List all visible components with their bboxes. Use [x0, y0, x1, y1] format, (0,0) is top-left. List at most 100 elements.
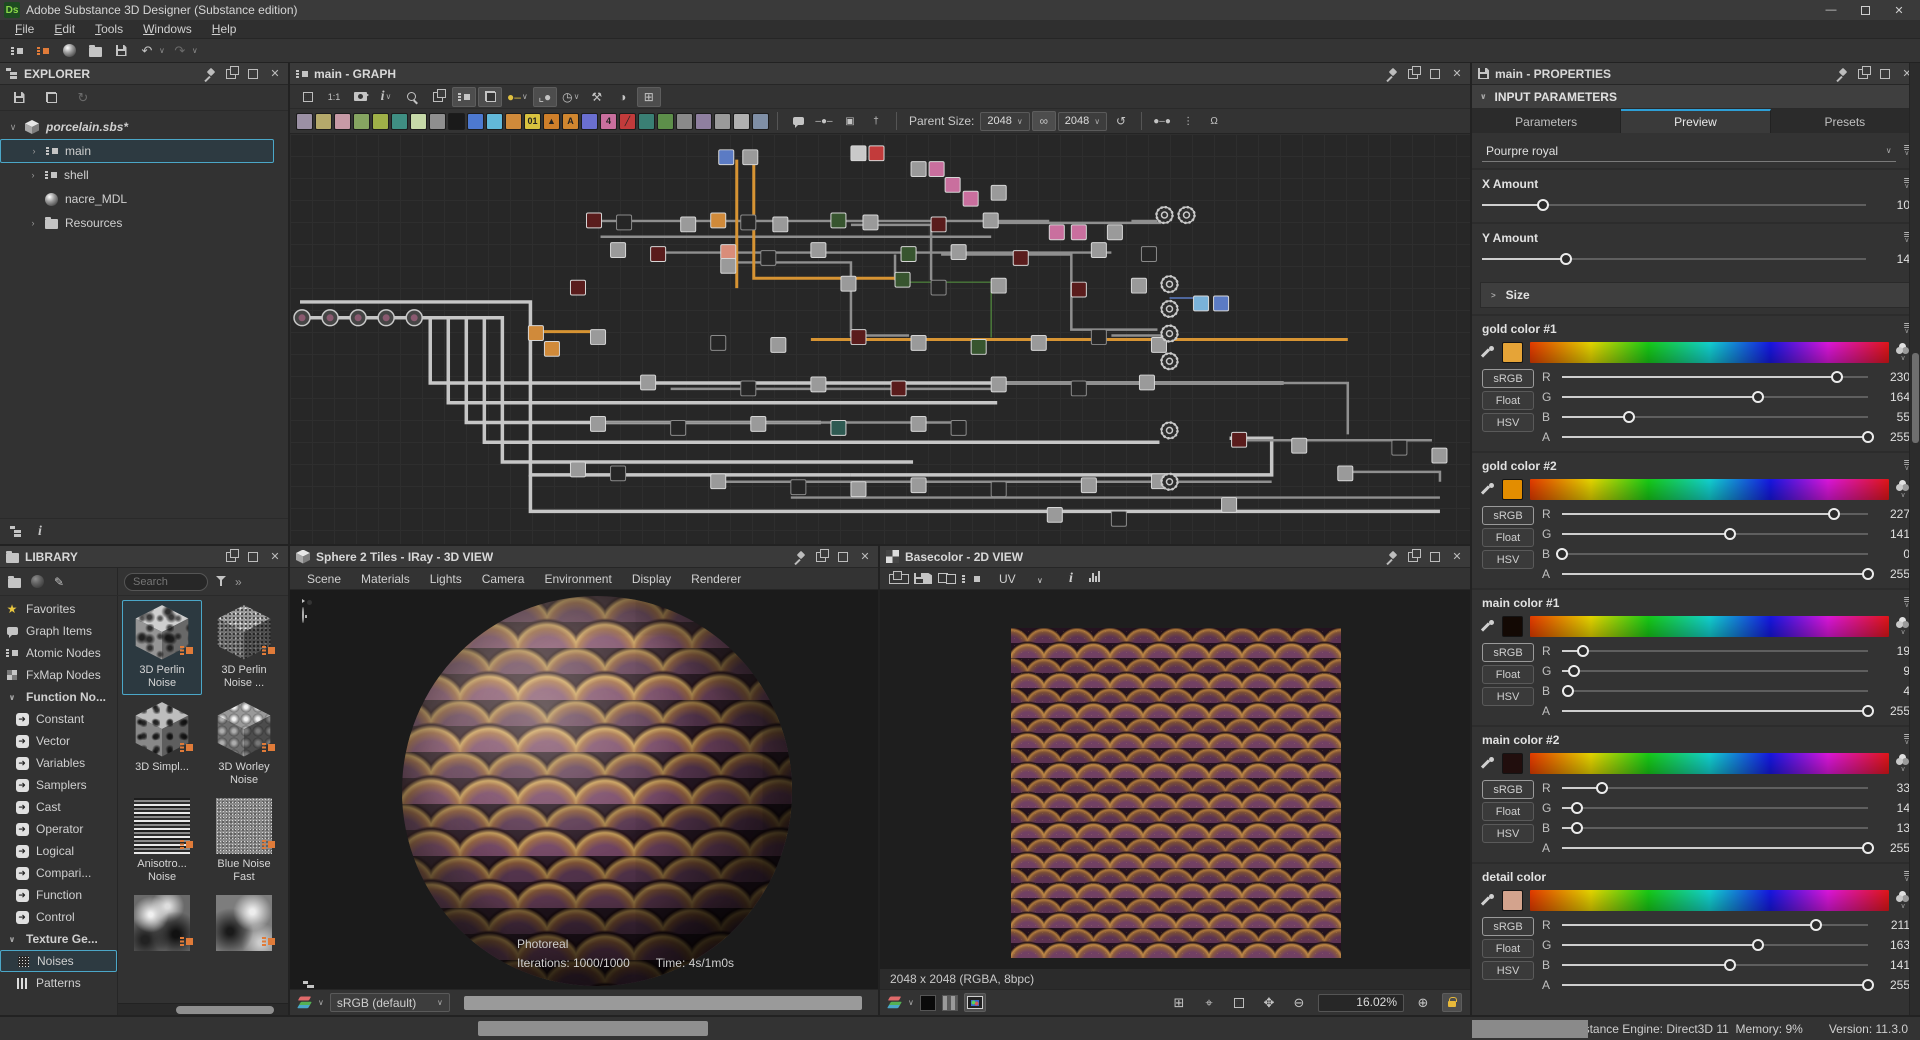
graph-node[interactable] [1232, 432, 1247, 447]
graph-node[interactable] [1194, 296, 1209, 311]
search-input[interactable] [124, 573, 208, 591]
graph-node[interactable] [929, 162, 944, 177]
colorspace-chevron[interactable]: ∨ [908, 998, 914, 1007]
colorspace-chevron[interactable]: ∨ [318, 998, 324, 1007]
slider-thumb[interactable] [1831, 371, 1843, 383]
channel-slider[interactable] [1562, 684, 1868, 698]
output-node[interactable] [1161, 326, 1177, 342]
expand-chevron[interactable]: › [28, 170, 38, 180]
undo-icon[interactable]: ↶ [136, 41, 158, 61]
graph-node[interactable] [811, 243, 826, 258]
node-type-button-14[interactable]: A [562, 113, 579, 130]
library-category-FunctionNo[interactable]: ∨Function No... [0, 686, 117, 708]
graph-node[interactable] [671, 421, 686, 436]
output-node[interactable] [1161, 353, 1177, 369]
node-type-button-7[interactable] [429, 113, 446, 130]
parent-size-width[interactable]: 2048∨ [980, 112, 1029, 131]
graph-node[interactable] [945, 177, 960, 192]
relink-icon[interactable]: ●‒● [1150, 111, 1174, 131]
pin-node-icon[interactable]: ‒●‒ [812, 111, 836, 131]
hue-gradient-bar[interactable] [1530, 616, 1889, 637]
tab-parameters[interactable]: Parameters [1472, 109, 1621, 133]
view3d-menu-materials[interactable]: Materials [352, 570, 419, 588]
graph-wire[interactable] [941, 255, 1157, 330]
search-icon[interactable] [400, 87, 424, 107]
node-type-button-8[interactable] [448, 113, 465, 130]
save-image-icon[interactable] [912, 569, 934, 589]
graph-node[interactable] [741, 381, 756, 396]
graph-node[interactable] [761, 251, 776, 266]
graph-node[interactable] [1222, 498, 1237, 513]
mode-button-srgb[interactable]: sRGB [1482, 643, 1534, 662]
fit-view-icon[interactable] [296, 87, 320, 107]
colorspace-stack-icon[interactable] [888, 996, 902, 1009]
graph-node[interactable] [963, 191, 978, 206]
mode-button-hsv[interactable]: HSV [1482, 550, 1534, 569]
node-type-button-11[interactable] [505, 113, 522, 130]
graph-node[interactable] [891, 381, 906, 396]
hierarchy-icon[interactable] [10, 526, 22, 537]
channel-slider[interactable] [1562, 938, 1868, 952]
mode-button-float[interactable]: Float [1482, 802, 1534, 821]
tab-preview[interactable]: Preview [1621, 109, 1770, 133]
maximize-button[interactable] [1848, 0, 1882, 20]
zoom-out-icon[interactable]: ⊖ [1288, 993, 1310, 1013]
filter-icon[interactable] [216, 576, 227, 587]
close-panel-icon[interactable]: ✕ [268, 550, 282, 564]
channel-slider[interactable] [1562, 664, 1868, 678]
maximize-panel-icon[interactable] [1428, 550, 1442, 564]
comment-icon[interactable] [786, 111, 810, 131]
graph-node[interactable] [1392, 440, 1407, 455]
node-type-button-20[interactable] [676, 113, 693, 130]
graph-node[interactable] [617, 215, 632, 230]
slider-thumb[interactable] [1571, 802, 1583, 814]
node-type-button-19[interactable] [657, 113, 674, 130]
output-node[interactable] [1161, 276, 1177, 292]
save-all-icon[interactable] [110, 41, 132, 61]
graph-node[interactable] [721, 258, 736, 273]
minimize-button[interactable]: — [1814, 0, 1848, 20]
library-category-FxMapNodes[interactable]: FxMap Nodes [0, 664, 117, 686]
link-creation-icon[interactable] [426, 87, 450, 107]
transform-icon[interactable]: ⌖ [1198, 993, 1220, 1013]
library-item-3DWorleyNoise[interactable]: 3D Worley Noise [204, 697, 284, 792]
library-category-Variables[interactable]: ➜Variables [0, 752, 117, 774]
slider-thumb[interactable] [1568, 665, 1580, 677]
graph-node[interactable] [1081, 478, 1096, 493]
new-graph-icon[interactable] [32, 41, 54, 61]
slider-thumb[interactable] [1828, 508, 1840, 520]
eyedropper-icon[interactable] [1482, 757, 1495, 770]
slider-thumb[interactable] [1862, 431, 1874, 443]
timing-icon[interactable]: ◷∨ [559, 87, 583, 107]
filter-preview-icon[interactable]: ◑ [611, 87, 635, 107]
graph-node[interactable] [831, 213, 846, 228]
view3d-menu-renderer[interactable]: Renderer [682, 570, 750, 588]
maximize-panel-icon[interactable] [836, 550, 850, 564]
float-icon[interactable] [1856, 67, 1870, 81]
slider-thumb[interactable] [1577, 645, 1589, 657]
library-category-Logical[interactable]: ➜Logical [0, 840, 117, 862]
node-type-button-21[interactable] [695, 113, 712, 130]
graph-node[interactable] [991, 377, 1006, 392]
slider-thumb[interactable] [1724, 959, 1736, 971]
info-icon[interactable]: i [1060, 569, 1082, 589]
view3d-menu-scene[interactable]: Scene [298, 570, 350, 588]
library-category-Compari[interactable]: ➜Compari... [0, 862, 117, 884]
library-category-AtomicNodes[interactable]: Atomic Nodes [0, 642, 117, 664]
eyedropper-icon[interactable] [1482, 483, 1495, 496]
more-chevrons-icon[interactable]: » [235, 575, 242, 589]
graph-wire[interactable] [530, 475, 1440, 512]
channel-slider[interactable] [1562, 841, 1868, 855]
channel-slider[interactable] [1562, 781, 1868, 795]
input-node[interactable] [406, 310, 422, 326]
anchor-icon[interactable]: † [864, 111, 888, 131]
parent-size-height[interactable]: 2048∨ [1058, 112, 1107, 131]
library-category-Constant[interactable]: ➜Constant [0, 708, 117, 730]
slider-thumb[interactable] [1623, 411, 1635, 423]
tools-icon[interactable]: ⚒ [585, 87, 609, 107]
link-size-icon[interactable]: ∞ [1032, 111, 1056, 131]
mode-button-float[interactable]: Float [1482, 528, 1534, 547]
channel-slider[interactable] [1562, 978, 1868, 992]
channel-slider[interactable] [1562, 507, 1868, 521]
graph-node[interactable] [971, 339, 986, 354]
